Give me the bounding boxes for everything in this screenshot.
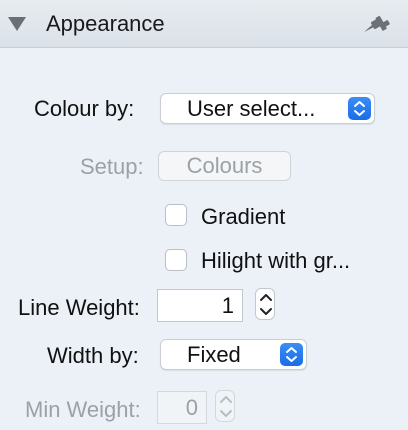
colour-by-label: Colour by: [34, 96, 135, 121]
min-weight-stepper[interactable] [215, 390, 235, 422]
gradient-checkbox[interactable] [165, 204, 187, 226]
pin-icon[interactable] [360, 12, 392, 36]
min-weight-field[interactable]: 0 [157, 391, 207, 424]
hilight-checkbox[interactable] [165, 249, 187, 271]
width-by-popup[interactable]: Fixed [160, 339, 307, 370]
min-weight-label: Min Weight: [25, 397, 141, 422]
hilight-label: Hilight with gr... [201, 248, 351, 273]
setup-label: Setup: [80, 154, 144, 179]
colour-by-value: User select... [187, 96, 316, 121]
popup-arrows-icon [348, 97, 371, 120]
width-by-value: Fixed [187, 342, 241, 367]
panel-title: Appearance [46, 11, 165, 36]
width-by-label: Width by: [47, 343, 139, 368]
disclosure-triangle-icon[interactable] [8, 17, 26, 31]
popup-arrows-icon [280, 343, 303, 366]
colour-by-popup[interactable]: User select... [160, 93, 375, 124]
panel-header[interactable]: Appearance [0, 0, 408, 48]
line-weight-stepper[interactable] [255, 288, 275, 320]
gradient-label: Gradient [201, 204, 286, 229]
line-weight-label: Line Weight: [18, 295, 140, 320]
colours-button[interactable]: Colours [158, 151, 291, 181]
line-weight-field[interactable]: 1 [157, 289, 243, 322]
